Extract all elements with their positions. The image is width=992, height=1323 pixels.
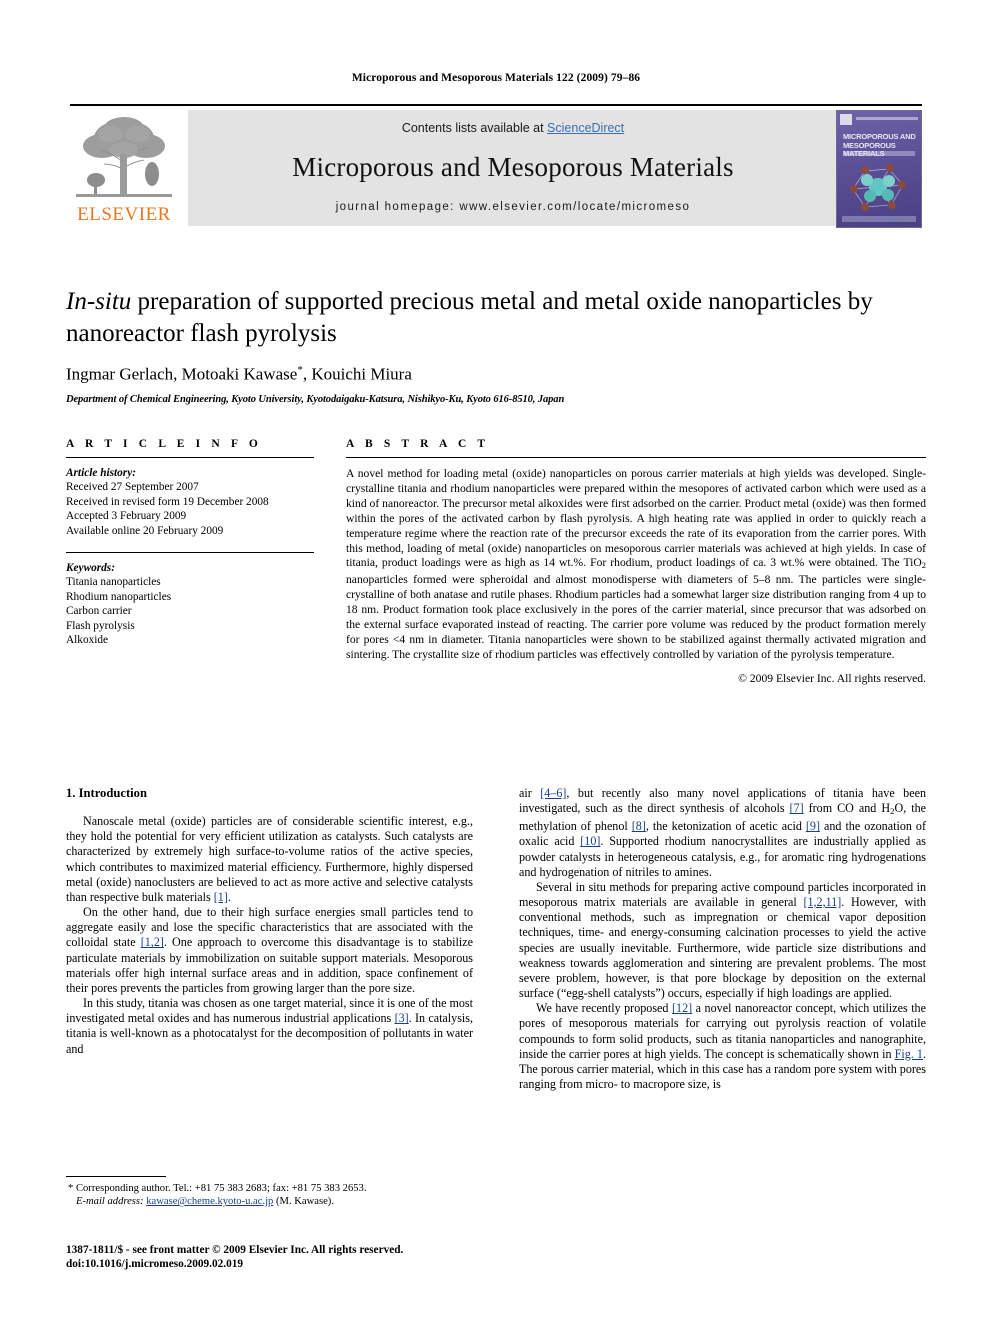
abstract-part-2: nanoparticles formed were spheroidal and… <box>346 573 926 661</box>
author-list: Ingmar Gerlach, Motoaki Kawase*, Kouichi… <box>66 364 926 385</box>
paragraph-text: . However, with conventional methods, su… <box>519 895 927 1001</box>
keyword-item: Carbon carrier <box>66 605 132 618</box>
keywords-group: Keywords: Titania nanoparticles Rhodium … <box>66 561 314 647</box>
title-main-part: preparation of supported precious metal … <box>66 288 873 347</box>
cover-subtitle-bar <box>843 151 915 156</box>
paragraph: We have recently proposed [12] a novel n… <box>519 1001 926 1092</box>
citation-link[interactable]: [1,2,11] <box>803 895 841 909</box>
paper-page: Microporous and Mesoporous Materials 122… <box>0 0 992 1323</box>
contents-prefix-text: Contents lists available at <box>401 121 548 135</box>
article-info-rule <box>66 457 314 458</box>
contents-list-line: Contents lists available at ScienceDirec… <box>188 121 838 135</box>
citation-link[interactable]: [9] <box>806 819 820 833</box>
paragraph: In this study, titania was chosen as one… <box>66 996 473 1057</box>
elsevier-wordmark: ELSEVIER <box>77 204 171 225</box>
abstract-part-1: A novel method for loading metal (oxide)… <box>346 467 926 570</box>
keyword-item: Titania nanoparticles <box>66 576 161 589</box>
sciencedirect-link[interactable]: ScienceDirect <box>547 121 624 135</box>
cover-elsevier-mark <box>840 114 852 125</box>
corresponding-author-note: * Corresponding author. Tel.: +81 75 383… <box>66 1182 473 1208</box>
abstract-column: A B S T R A C T A novel method for loadi… <box>346 438 926 685</box>
journal-homepage-line[interactable]: journal homepage: www.elsevier.com/locat… <box>188 201 838 213</box>
cover-molecule-graphic <box>845 161 911 213</box>
page-title: In-situ preparation of supported preciou… <box>66 286 926 350</box>
paragraph-text: . <box>227 889 231 904</box>
body-column-right: air [4–6], but recently also many novel … <box>519 786 926 1092</box>
keywords-rule <box>66 552 314 554</box>
abstract-copyright: © 2009 Elsevier Inc. All rights reserved… <box>738 671 926 685</box>
paragraph-text: air <box>519 786 541 800</box>
email-address-label: E-mail address: <box>76 1196 144 1208</box>
keywords-label: Keywords: <box>66 562 115 575</box>
footnote-contact-text: Corresponding author. Tel.: +81 75 383 2… <box>73 1183 367 1194</box>
paragraph-text: We have recently proposed <box>536 1001 672 1016</box>
affiliation: Department of Chemical Engineering, Kyot… <box>66 393 565 405</box>
section-heading-introduction: 1. Introduction <box>66 786 147 800</box>
email-link[interactable]: kawase@cheme.kyoto-u.ac.jp <box>146 1196 273 1207</box>
journal-cover-thumbnail[interactable]: MICROPOROUS AND MESOPOROUS MATERIALS <box>836 110 922 228</box>
paragraph-text: , the ketonization of acetic acid <box>645 819 806 834</box>
elsevier-tree-icon <box>74 108 174 200</box>
issn-copyright-line: 1387-1811/$ - see front matter © 2009 El… <box>66 1244 404 1256</box>
article-history-group: Article history: Received 27 September 2… <box>66 466 314 538</box>
running-head: Microporous and Mesoporous Materials 122… <box>351 72 641 84</box>
title-block: In-situ preparation of supported preciou… <box>66 286 926 405</box>
citation-link[interactable]: [4–6] <box>540 786 566 800</box>
body-column-left: 1. Introduction Nanoscale metal (oxide) … <box>66 786 473 1057</box>
citation-link[interactable]: [1,2] <box>141 935 164 949</box>
paragraph-text: Nanoscale metal (oxide) particles are of… <box>66 814 473 904</box>
history-item: Received in revised form 19 December 200… <box>66 495 269 508</box>
paragraph: Several in situ methods for preparing ac… <box>519 880 926 1001</box>
article-history-label: Article history: <box>66 467 136 479</box>
footnote-rule <box>66 1176 166 1177</box>
figure-reference-link[interactable]: Fig. 1 <box>895 1047 923 1061</box>
doi-line[interactable]: doi:10.1016/j.micromeso.2009.02.019 <box>66 1257 486 1271</box>
banner-top-rule <box>70 104 922 106</box>
article-info-column: A R T I C L E I N F O Article history: R… <box>66 438 314 647</box>
article-info-heading: A R T I C L E I N F O <box>66 438 262 450</box>
author-names: Ingmar Gerlach, Motoaki Kawase <box>66 364 298 384</box>
journal-banner: ELSEVIER Contents lists available at Sci… <box>70 104 922 228</box>
title-italic-part: In-situ <box>66 288 132 315</box>
paragraph: Nanoscale metal (oxide) particles are of… <box>66 814 473 905</box>
abstract-rule <box>346 457 926 458</box>
citation-link[interactable]: [1] <box>214 890 228 904</box>
history-item: Accepted 3 February 2009 <box>66 510 187 523</box>
citation-link[interactable]: [3] <box>395 1011 409 1025</box>
keyword-item: Rhodium nanoparticles <box>66 590 172 603</box>
cover-bottom-banner <box>842 216 916 222</box>
abstract-text: A novel method for loading metal (oxide)… <box>346 467 926 663</box>
banner-center-panel: Contents lists available at ScienceDirec… <box>188 110 838 226</box>
journal-title: Microporous and Mesoporous Materials <box>292 152 734 182</box>
keyword-item: Flash pyrolysis <box>66 619 135 632</box>
keyword-item: Alkoxide <box>66 634 109 647</box>
abstract-heading: A B S T R A C T <box>346 438 490 450</box>
paragraph-continued: air [4–6], but recently also many novel … <box>519 786 926 880</box>
email-owner: (M. Kawase). <box>276 1196 334 1208</box>
elsevier-logo: ELSEVIER <box>70 108 178 228</box>
history-item: Available online 20 February 2009 <box>66 524 224 537</box>
cover-top-banner <box>856 117 918 120</box>
paragraph: On the other hand, due to their high sur… <box>66 905 473 996</box>
citation-link[interactable]: [10] <box>580 834 600 848</box>
imprint-block: 1387-1811/$ - see front matter © 2009 El… <box>66 1243 486 1271</box>
paragraph-text: from CO and H <box>803 801 891 816</box>
citation-link[interactable]: [8] <box>632 819 646 833</box>
citation-link[interactable]: [7] <box>790 801 804 815</box>
history-item: Received 27 September 2007 <box>66 481 199 494</box>
abstract-subscript: 2 <box>921 560 926 571</box>
author-names-tail: , Kouichi Miura <box>302 364 412 384</box>
metadata-zone: A R T I C L E I N F O Article history: R… <box>66 438 926 758</box>
citation-link[interactable]: [12] <box>672 1001 692 1015</box>
footnote-block: * Corresponding author. Tel.: +81 75 383… <box>66 1176 473 1208</box>
